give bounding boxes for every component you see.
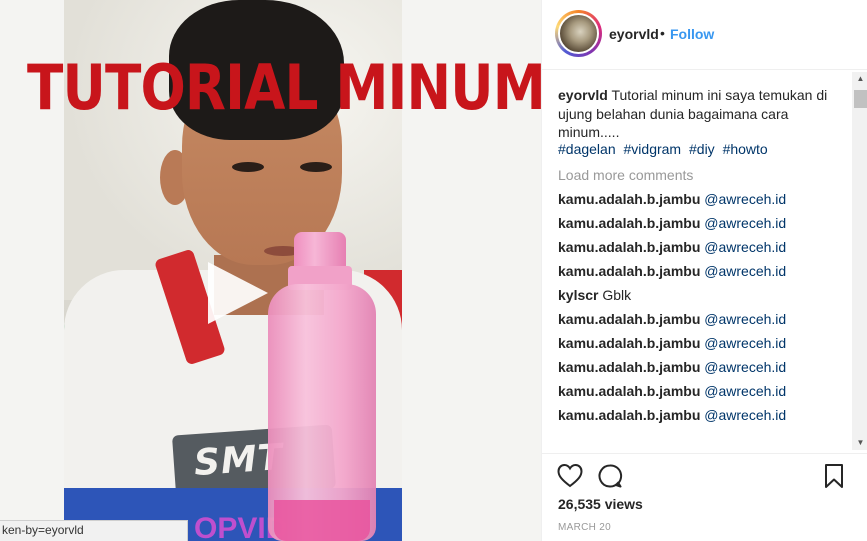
scroll-up-arrow-icon[interactable]: ▲ [852,72,867,86]
bookmark-icon[interactable] [823,463,845,489]
comment-username[interactable]: kamu.adalah.b.jambu [558,335,700,351]
comment-username[interactable]: kamu.adalah.b.jambu [558,383,700,399]
caption-username[interactable]: eyorvld [558,87,608,103]
comment-item: kamu.adalah.b.jambu @awreceh.id [558,215,786,231]
comment-item: kamu.adalah.b.jambu @awreceh.id [558,311,786,327]
hashtag-list: #dagelan #vidgram #diy #howto [558,141,772,157]
comment-text: Gblk [602,287,632,303]
caption: eyorvld Tutorial minum ini saya temukan … [558,86,838,142]
hashtag-link[interactable]: #howto [723,141,768,157]
comment-mention[interactable]: @awreceh.id [704,263,786,279]
comments-list[interactable]: eyorvld Tutorial minum ini saya temukan … [542,70,867,453]
comment-item: kamu.adalah.b.jambu @awreceh.id [558,407,786,423]
comment-username[interactable]: kamu.adalah.b.jambu [558,239,700,255]
bottle-cap [294,232,346,270]
comment-mention[interactable]: @awreceh.id [704,383,786,399]
hashtag-link[interactable]: #vidgram [624,141,682,157]
comment-item: kamu.adalah.b.jambu @awreceh.id [558,359,786,375]
post-actions: 26,535 views MARCH 20 [542,453,867,541]
comment-item: kamu.adalah.b.jambu @awreceh.id [558,263,786,279]
comment-username[interactable]: kamu.adalah.b.jambu [558,407,700,423]
comment-username[interactable]: kamu.adalah.b.jambu [558,263,700,279]
avatar[interactable] [558,13,599,54]
comment-username[interactable]: kamu.adalah.b.jambu [558,215,700,231]
comment-username[interactable]: kamu.adalah.b.jambu [558,359,700,375]
comments-scrollbar[interactable]: ▲ ▼ [852,72,867,450]
load-more-comments-button[interactable]: Load more comments [558,167,693,183]
comment-mention[interactable]: @awreceh.id [704,407,786,423]
heart-icon[interactable] [557,463,583,489]
comment-item: kamu.adalah.b.jambu @awreceh.id [558,191,786,207]
view-count[interactable]: 26,535 views [558,496,643,512]
comment-item: kylscr Gblk [558,287,631,303]
eye-right [300,162,332,172]
post-date[interactable]: MARCH 20 [558,522,611,533]
comment-item: kamu.adalah.b.jambu @awreceh.id [558,239,786,255]
hashtag-link[interactable]: #dagelan [558,141,616,157]
eye-left [232,162,264,172]
separator-dot: • [660,25,665,41]
post-sidebar: eyorvld • Follow eyorvld Tutorial minum … [541,0,867,541]
comment-username[interactable]: kamu.adalah.b.jambu [558,311,700,327]
hashtag-link[interactable]: #diy [689,141,715,157]
scrollbar-thumb[interactable] [854,90,867,108]
post-header: eyorvld • Follow [542,0,867,70]
video-overlay-title: TUTORIAL MINUM [27,51,541,124]
scroll-down-arrow-icon[interactable]: ▼ [852,436,867,450]
comment-mention[interactable]: @awreceh.id [704,215,786,231]
comment-item: kamu.adalah.b.jambu @awreceh.id [558,383,786,399]
comment-username[interactable]: kylscr [558,287,598,303]
comment-item: kamu.adalah.b.jambu @awreceh.id [558,335,786,351]
comment-mention[interactable]: @awreceh.id [704,311,786,327]
post-media[interactable]: SMT OPVID TUTORIAL MINUM ken-by=eyorvld [0,0,541,541]
header-username[interactable]: eyorvld [609,26,659,42]
bottle-liquid [274,500,370,541]
story-ring[interactable] [555,10,602,57]
follow-button[interactable]: Follow [670,26,714,42]
comment-bubble-icon[interactable] [597,463,623,489]
comment-mention[interactable]: @awreceh.id [704,359,786,375]
browser-status-url: ken-by=eyorvld [0,520,188,541]
comment-mention[interactable]: @awreceh.id [704,239,786,255]
play-icon[interactable] [202,258,272,328]
comment-mention[interactable]: @awreceh.id [704,335,786,351]
comment-mention[interactable]: @awreceh.id [704,191,786,207]
water-bottle [268,232,376,541]
comment-username[interactable]: kamu.adalah.b.jambu [558,191,700,207]
